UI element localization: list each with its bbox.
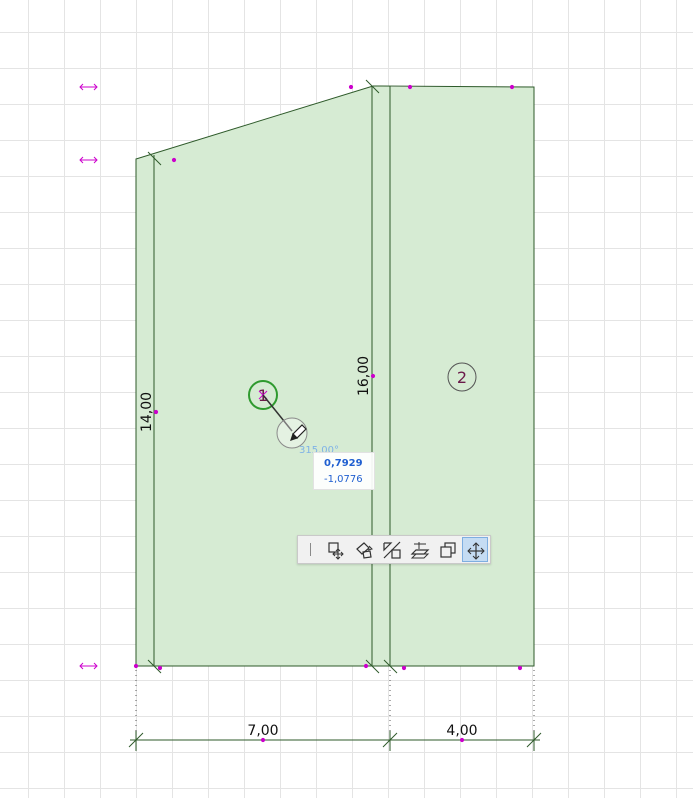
hotspot-arrows-2 — [79, 156, 98, 164]
coordinate-y-value: -1,0776 — [324, 474, 363, 485]
zone-1-fill[interactable] — [136, 86, 390, 666]
rotate-button[interactable] — [351, 537, 377, 562]
dimension-width-right: 4,00 — [446, 723, 477, 739]
rotate-icon — [356, 542, 373, 559]
mirror-icon — [383, 541, 401, 559]
hotspot-arrows-3 — [79, 662, 98, 670]
coordinate-x-value: 0,7929 — [324, 458, 363, 469]
drag-button[interactable] — [323, 537, 349, 562]
elevate-icon — [410, 542, 430, 559]
dimension-line-horizontal[interactable] — [128, 731, 542, 751]
multiply-button[interactable] — [435, 537, 461, 562]
coordinate-readout: 0,7929 -1,0776 — [313, 452, 375, 490]
dimension-height-left: 14,00 — [139, 392, 155, 432]
move-icon — [467, 542, 485, 560]
hotspot-arrows-1 — [79, 83, 98, 91]
move-button[interactable] — [462, 537, 488, 562]
elevate-button[interactable] — [407, 537, 433, 562]
drag-icon — [328, 542, 344, 560]
dimension-width-left: 7,00 — [247, 723, 278, 739]
floor-plan-drawing[interactable]: 7,00 4,00 14,00 16,00 1 2 315,00° — [0, 0, 693, 798]
svg-text:2: 2 — [457, 368, 467, 387]
mirror-button[interactable] — [379, 537, 405, 562]
dimension-height-mid: 16,00 — [356, 356, 372, 396]
multiply-icon — [440, 542, 456, 558]
pet-palette-grip[interactable] — [310, 543, 311, 556]
pet-palette — [297, 535, 491, 564]
